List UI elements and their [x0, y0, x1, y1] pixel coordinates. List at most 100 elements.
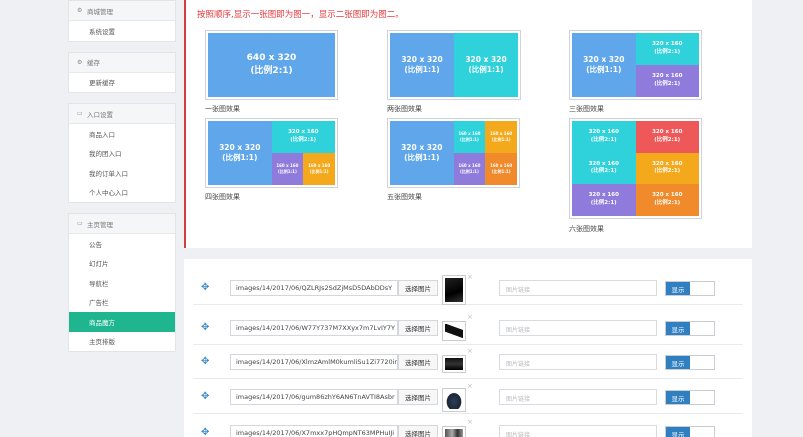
- monitor-icon: ▭: [77, 220, 83, 227]
- monitor-icon: ▭: [77, 110, 83, 117]
- sidebar-item-personal-center-entry[interactable]: 个人中心入口: [69, 183, 175, 203]
- remove-image-icon[interactable]: ×: [467, 418, 473, 426]
- demo-four-images: 320 x 320 (比例1:1) 320 x 160 (比例2:1) 160 x …: [205, 118, 338, 188]
- gear-icon: ⚙: [77, 7, 83, 14]
- phone-image-thumbnail: [442, 275, 466, 305]
- select-image-button[interactable]: 选择图片: [398, 280, 438, 296]
- remove-image-icon[interactable]: ×: [467, 382, 473, 390]
- sidebar-group-header[interactable]: ▭ 主页管理: [69, 214, 175, 234]
- demo-five-label: 五张图效果: [387, 193, 422, 201]
- visibility-toggle[interactable]: 显示: [665, 355, 715, 370]
- image-row: ✥ images/14/2017/06/gum86zhY6AN6TnAVTI8A…: [193, 380, 743, 414]
- image-row: ✥ images/14/2017/06/W77Y737M7XXyx7m7LvIY…: [193, 311, 743, 345]
- sidebar-group-entry: ▭ 入口设置 商品入口 我的团入口 我的订单入口 个人中心入口: [68, 103, 176, 203]
- toggle-on-label: 显示: [666, 427, 690, 437]
- sidebar-group-header[interactable]: ⚙ 商城管理: [69, 1, 175, 21]
- image-path-input[interactable]: images/14/2017/06/gum86zhY6AN6TnAVTI8Asb…: [230, 389, 398, 405]
- demo-six-label: 六张图效果: [569, 225, 604, 233]
- shoes-image-thumbnail: [442, 426, 466, 437]
- demo-five-images: 320 x 320 (比例1:1) 160 x 160 (比例1:1) 160 x …: [387, 118, 520, 188]
- visibility-toggle[interactable]: 显示: [665, 390, 715, 405]
- image-link-input[interactable]: 图片链接: [499, 354, 657, 370]
- select-image-button[interactable]: 选择图片: [398, 354, 438, 370]
- sidebar-group-header[interactable]: ▭ 入口设置: [69, 104, 175, 124]
- sidebar-item-home-layout[interactable]: 主页排版: [69, 332, 175, 352]
- demo-block: 320 x 160 (比例2:1): [572, 152, 636, 185]
- demo-block: 320 x 160 (比例2:1): [635, 65, 699, 97]
- visibility-toggle[interactable]: 显示: [665, 281, 715, 296]
- toggle-on-label: 显示: [666, 391, 690, 404]
- image-link-input[interactable]: 图片链接: [499, 425, 657, 437]
- image-path-input[interactable]: images/14/2017/06/XlmzAmlM0kumliSu1Zi772…: [230, 354, 398, 370]
- demo-block: 320 x 320 (比例1:1): [390, 33, 454, 97]
- sidebar-item-product-entry[interactable]: 商品入口: [69, 124, 175, 144]
- sidebar-item-navbar[interactable]: 导航栏: [69, 273, 175, 293]
- sneaker-image-thumbnail: [442, 321, 466, 341]
- order-tip: 按照顺序,显示一张图即为图一，显示二张图即为图二。: [197, 10, 404, 20]
- demo-six-images: 320 x 160 (比例2:1) 320 x 160 (比例2:1) 320 x …: [569, 118, 702, 219]
- demo-block: 160 x 160 (比例1:1): [485, 121, 517, 153]
- demo-block: 320 x 160 (比例2:1): [635, 121, 699, 153]
- drag-handle-icon[interactable]: ✥: [201, 322, 209, 333]
- demo-block: 640 x 320 (比例2:1): [208, 33, 335, 97]
- select-image-button[interactable]: 选择图片: [398, 320, 438, 336]
- visibility-toggle[interactable]: 显示: [665, 321, 715, 336]
- demo-block: 320 x 160 (比例2:1): [635, 152, 699, 185]
- image-row: ✥ images/14/2017/06/QZLRJs2SdZjMsD5DAbDD…: [193, 271, 743, 305]
- image-path-input[interactable]: images/14/2017/06/X7mxx7pHQmpNT63MPHuIJi: [230, 425, 398, 437]
- image-path-input[interactable]: images/14/2017/06/QZLRJs2SdZjMsD5DAbDDsY: [230, 280, 398, 296]
- image-link-input[interactable]: 图片链接: [499, 320, 657, 336]
- demo-block: 320 x 320 (比例1:1): [454, 33, 518, 97]
- demo-one-image: 640 x 320 (比例2:1): [205, 30, 338, 100]
- demo-block: 160 x 160 (比例1:1): [271, 153, 304, 185]
- remove-image-icon[interactable]: ×: [467, 347, 473, 355]
- demo-block: 160 x 160 (比例1:1): [485, 153, 517, 185]
- bag-image-thumbnail: [442, 388, 466, 412]
- sidebar-item-ad-bar[interactable]: 广告栏: [69, 293, 175, 313]
- drag-handle-icon[interactable]: ✥: [201, 427, 209, 437]
- sidebar-item-update-cache[interactable]: 更新缓存: [69, 73, 175, 93]
- demo-block: 320 x 160 (比例2:1): [572, 184, 636, 216]
- demo-block: 160 x 160 (比例1:1): [453, 121, 486, 153]
- sidebar-item-slideshow[interactable]: 幻灯片: [69, 254, 175, 274]
- demo-block: 320 x 320 (比例1:1): [390, 121, 454, 185]
- select-image-button[interactable]: 选择图片: [398, 425, 438, 437]
- sidebar: ⚙ 商城管理 系统设置 ⚙ 缓存 更新缓存 ▭ 入口设置 商品入口 我的团入口 我的订…: [68, 0, 176, 362]
- drag-handle-icon[interactable]: ✥: [201, 391, 209, 402]
- sidebar-item-product-cube[interactable]: 商品魔方: [69, 312, 175, 332]
- visibility-toggle[interactable]: 显示: [665, 426, 715, 437]
- demo-block: 160 x 160 (比例1:1): [303, 153, 335, 185]
- demo-four-label: 四张图效果: [205, 193, 240, 201]
- sidebar-item-my-group-entry[interactable]: 我的团入口: [69, 144, 175, 164]
- demo-block: 320 x 160 (比例2:1): [572, 121, 636, 153]
- layout-examples-panel: 按照顺序,显示一张图即为图一，显示二张图即为图二。 640 x 320 (比例2:…: [184, 0, 752, 248]
- image-link-input[interactable]: 图片链接: [499, 389, 657, 405]
- image-row: ✥ images/14/2017/06/XlmzAmlM0kumliSu1Zi7…: [193, 345, 743, 379]
- remove-image-icon[interactable]: ×: [467, 313, 473, 321]
- sidebar-group-home: ▭ 主页管理 公告 幻灯片 导航栏 广告栏 商品魔方 主页排版: [68, 213, 176, 352]
- toggle-on-label: 显示: [666, 322, 690, 335]
- sidebar-group-cache: ⚙ 缓存 更新缓存: [68, 51, 176, 93]
- sidebar-group-shop: ⚙ 商城管理 系统设置: [68, 0, 176, 42]
- remove-image-icon[interactable]: ×: [467, 273, 473, 281]
- toggle-on-label: 显示: [666, 282, 690, 295]
- demo-block: 320 x 160 (比例2:1): [635, 33, 699, 65]
- gear-icon: ⚙: [77, 58, 83, 66]
- image-row: ✥ images/14/2017/06/X7mxx7pHQmpNT63MPHuI…: [193, 416, 743, 437]
- sidebar-item-notice[interactable]: 公告: [69, 234, 175, 254]
- sidebar-item-system-settings[interactable]: 系统设置: [69, 21, 175, 41]
- demo-block: 320 x 320 (比例1:1): [208, 121, 272, 185]
- image-rows-panel: ✥ images/14/2017/06/QZLRJs2SdZjMsD5DAbDD…: [184, 259, 752, 437]
- sidebar-group-header[interactable]: ⚙ 缓存: [69, 52, 175, 73]
- demo-block: 320 x 160 (比例2:1): [271, 121, 335, 153]
- demo-two-label: 两张图效果: [387, 105, 422, 113]
- demo-block: 320 x 160 (比例2:1): [635, 184, 699, 216]
- select-image-button[interactable]: 选择图片: [398, 389, 438, 405]
- image-link-input[interactable]: 图片链接: [499, 280, 657, 296]
- sidebar-item-my-order-entry[interactable]: 我的订单入口: [69, 163, 175, 183]
- image-path-input[interactable]: images/14/2017/06/W77Y737M7XXyx7m7LvIY7Y: [230, 320, 398, 336]
- drag-handle-icon[interactable]: ✥: [201, 356, 209, 367]
- drag-handle-icon[interactable]: ✥: [201, 282, 209, 293]
- toggle-on-label: 显示: [666, 356, 690, 369]
- demo-three-images: 320 x 320 (比例1:1) 320 x 160 (比例2:1) 320 x …: [569, 30, 702, 100]
